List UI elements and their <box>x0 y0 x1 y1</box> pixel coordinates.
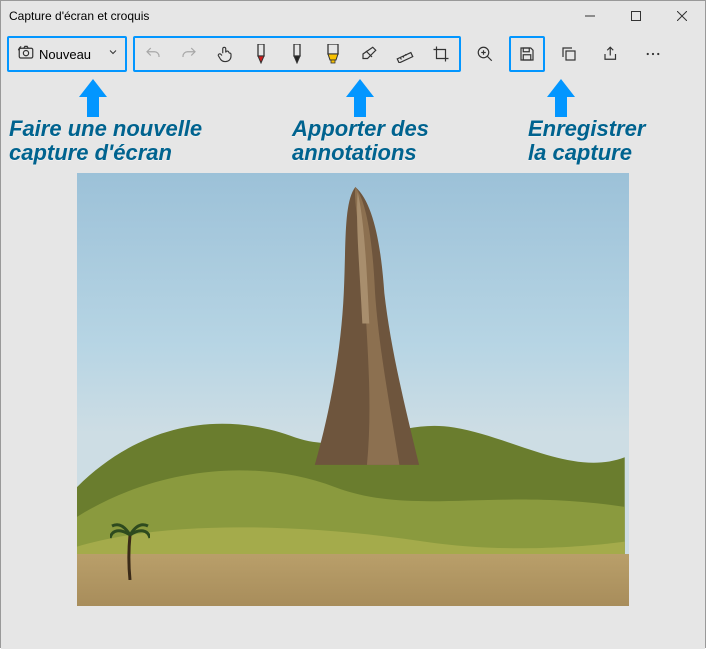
callout-arrow-save <box>547 79 575 117</box>
callout-annot: Apporter des annotations <box>292 117 429 165</box>
redo-button[interactable] <box>171 36 207 72</box>
canvas-area: Faire une nouvelle capture d'écran Appor… <box>1 77 705 649</box>
save-button[interactable] <box>509 36 545 72</box>
annotation-toolbar <box>133 36 461 72</box>
minimize-button[interactable] <box>567 1 613 31</box>
undo-button[interactable] <box>135 36 171 72</box>
toolbar: Nouveau <box>1 31 705 77</box>
callout-save: Enregistrer la capture <box>528 117 645 165</box>
more-button[interactable] <box>635 36 671 72</box>
highlighter-button[interactable] <box>315 36 351 72</box>
captured-image[interactable] <box>77 173 629 606</box>
callout-nouveau: Faire une nouvelle capture d'écran <box>9 117 202 165</box>
crop-button[interactable] <box>423 36 459 72</box>
copy-button[interactable] <box>551 36 587 72</box>
window-title: Capture d'écran et croquis <box>9 9 149 23</box>
titlebar: Capture d'écran et croquis <box>1 1 705 31</box>
camera-icon <box>17 43 35 66</box>
palm-tree <box>110 520 150 580</box>
new-capture-label: Nouveau <box>39 47 91 62</box>
pencil-button[interactable] <box>279 36 315 72</box>
ruler-button[interactable] <box>387 36 423 72</box>
close-button[interactable] <box>659 1 705 31</box>
eraser-button[interactable] <box>351 36 387 72</box>
zoom-button[interactable] <box>467 36 503 72</box>
new-capture-button[interactable]: Nouveau <box>7 36 127 72</box>
chevron-down-icon[interactable] <box>107 45 119 63</box>
callout-arrow-annot <box>346 79 374 117</box>
share-button[interactable] <box>593 36 629 72</box>
pen-button[interactable] <box>243 36 279 72</box>
callout-arrow-nouveau <box>79 79 107 117</box>
touch-writing-button[interactable] <box>207 36 243 72</box>
maximize-button[interactable] <box>613 1 659 31</box>
window-controls <box>567 1 705 31</box>
